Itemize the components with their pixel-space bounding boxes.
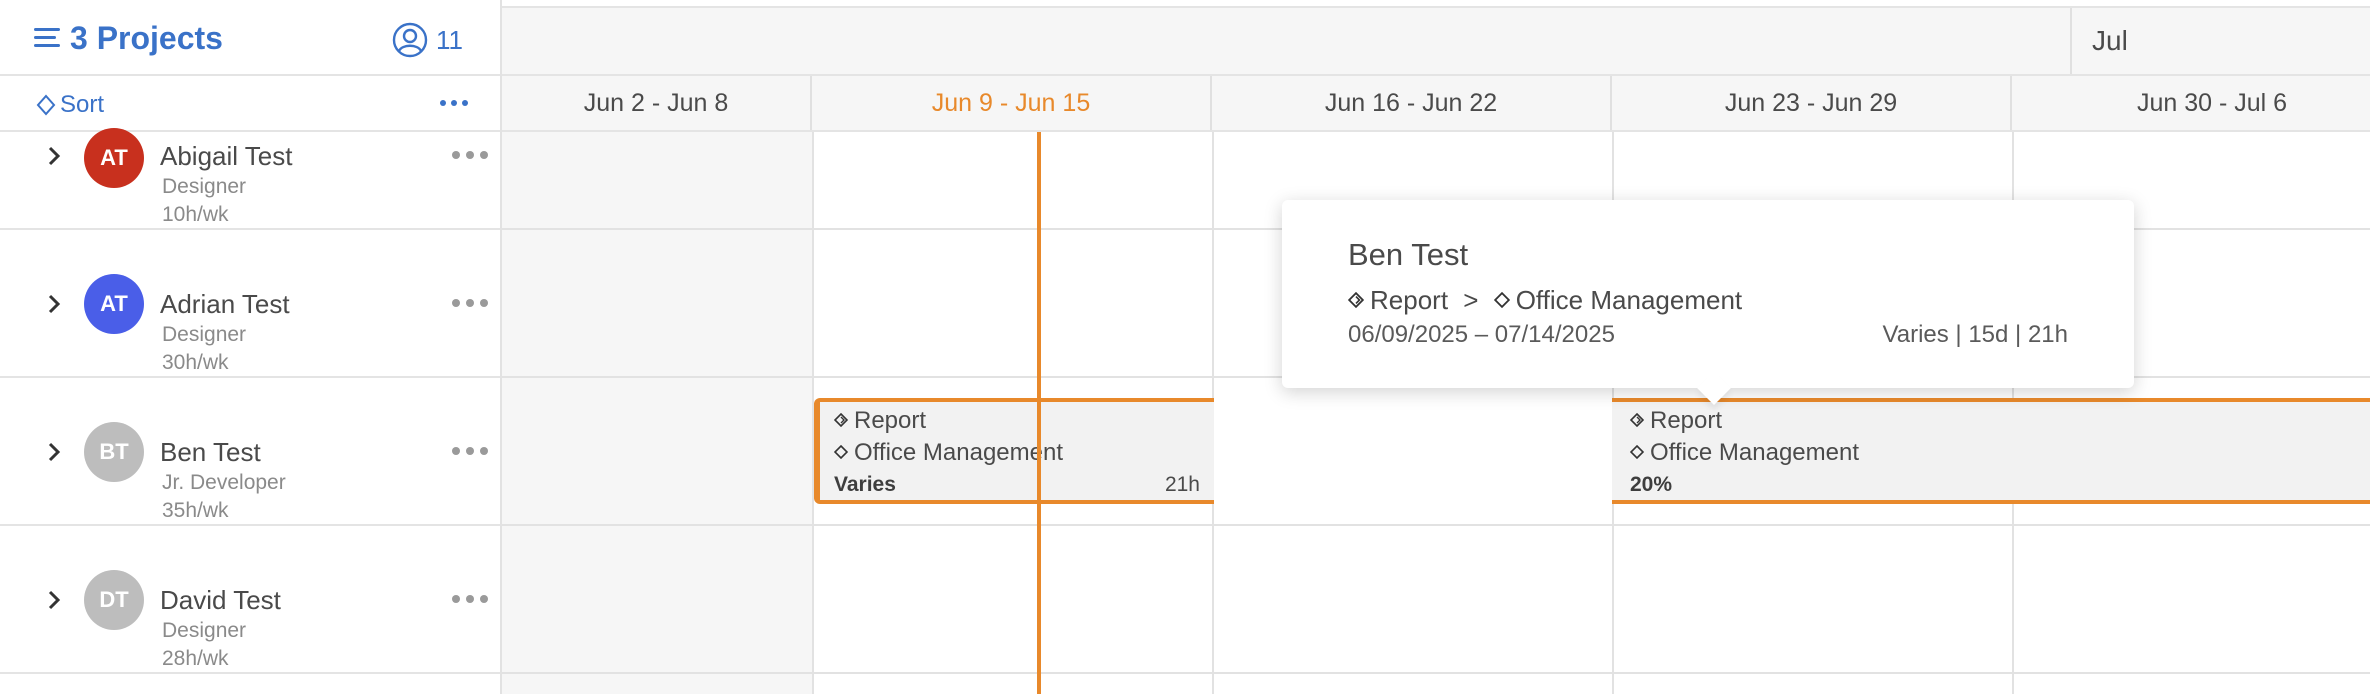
row-divider bbox=[502, 524, 2370, 526]
user-icon[interactable] bbox=[392, 22, 428, 58]
phase-diamond-icon bbox=[834, 412, 848, 427]
person-row[interactable]: DT David Test Designer 28h/wk bbox=[0, 526, 500, 674]
person-name[interactable]: Abigail Test bbox=[160, 140, 293, 172]
week-label-current[interactable]: Jun 9 - Jun 15 bbox=[812, 76, 1212, 130]
week-header: Jun 2 - Jun 8 Jun 9 - Jun 15 Jun 16 - Ju… bbox=[502, 76, 2370, 132]
project-diamond-icon bbox=[834, 444, 848, 459]
person-hours: 28h/wk bbox=[162, 647, 229, 670]
month-label: Jul bbox=[2070, 8, 2128, 74]
menu-icon[interactable] bbox=[34, 28, 60, 48]
row-divider bbox=[502, 672, 2370, 674]
tooltip-separator: > bbox=[1463, 285, 1479, 315]
bar-project-label: Office Management bbox=[1650, 439, 1860, 466]
chevron-right-icon[interactable] bbox=[46, 294, 62, 314]
person-hours: 10h/wk bbox=[162, 203, 229, 226]
person-role: Designer bbox=[162, 323, 247, 346]
projects-count-title[interactable]: 3 Projects bbox=[70, 18, 223, 58]
bar-hours: 21h bbox=[1164, 473, 1200, 496]
people-panel: 3 Projects 11 Sort AT Abigail Test Desig… bbox=[0, 0, 502, 694]
bar-allocation-percent: 20% bbox=[1630, 473, 1673, 496]
person-role: Designer bbox=[162, 619, 247, 642]
bar-phase: Report bbox=[834, 406, 926, 436]
week-label[interactable]: Jun 2 - Jun 8 bbox=[502, 76, 812, 130]
work-plan-bar[interactable]: Report Office Management Varies 21h bbox=[814, 398, 1214, 504]
sort-button[interactable]: Sort bbox=[60, 90, 104, 120]
past-week-shade bbox=[502, 132, 812, 694]
tooltip-date-range: 06/09/2025 – 07/14/2025 bbox=[1348, 321, 1615, 348]
today-marker bbox=[1037, 132, 1041, 694]
bar-schedule-type: Varies bbox=[834, 473, 896, 496]
person-role: Designer bbox=[162, 175, 247, 198]
work-plan-tooltip: Ben Test Report > Office Management 06/0… bbox=[1282, 200, 2134, 405]
bar-project-label: Office Management bbox=[854, 439, 1064, 466]
tooltip-phase: Report bbox=[1370, 285, 1449, 315]
more-options-icon[interactable] bbox=[452, 150, 488, 160]
tooltip-person-name: Ben Test bbox=[1348, 237, 1469, 272]
chevron-right-icon[interactable] bbox=[46, 442, 62, 462]
person-role: Jr. Developer bbox=[162, 471, 286, 494]
bar-project: Office Management bbox=[834, 438, 1063, 468]
person-hours: 35h/wk bbox=[162, 499, 229, 522]
project-diamond-icon bbox=[1493, 292, 1510, 309]
work-plan-bar[interactable]: Report Office Management 20% bbox=[1612, 398, 2370, 504]
people-count[interactable]: 11 bbox=[436, 22, 463, 58]
chevron-right-icon[interactable] bbox=[46, 590, 62, 610]
project-diamond-icon bbox=[1630, 444, 1644, 459]
person-name[interactable]: Adrian Test bbox=[160, 288, 290, 320]
person-hours: 30h/wk bbox=[162, 351, 229, 374]
person-name[interactable]: David Test bbox=[160, 584, 281, 616]
month-header: Jul bbox=[502, 6, 2370, 76]
person-name[interactable]: Ben Test bbox=[160, 436, 261, 468]
tooltip-stats: Varies | 15d | 21h bbox=[1882, 321, 2068, 348]
bar-phase: Report bbox=[1630, 406, 1722, 436]
avatar: BT bbox=[84, 422, 144, 482]
phase-diamond-icon bbox=[1630, 412, 1644, 427]
bar-phase-label: Report bbox=[1650, 407, 1723, 434]
tooltip-project: Office Management bbox=[1515, 285, 1743, 315]
panel-header: 3 Projects 11 bbox=[0, 0, 500, 76]
tooltip-path: Report > Office Management bbox=[1348, 284, 1742, 316]
more-options-icon[interactable] bbox=[438, 98, 470, 108]
avatar: DT bbox=[84, 570, 144, 630]
person-row[interactable]: AT Abigail Test Designer 10h/wk bbox=[0, 128, 500, 230]
bar-phase-label: Report bbox=[854, 407, 927, 434]
chevron-right-icon[interactable] bbox=[46, 146, 62, 166]
person-row[interactable]: AT Adrian Test Designer 30h/wk bbox=[0, 230, 500, 378]
avatar: AT bbox=[84, 128, 144, 188]
week-label[interactable]: Jun 30 - Jul 6 bbox=[2012, 76, 2370, 130]
sort-bar: Sort bbox=[0, 76, 500, 132]
week-label[interactable]: Jun 23 - Jun 29 bbox=[1612, 76, 2012, 130]
more-options-icon[interactable] bbox=[452, 446, 488, 456]
week-label[interactable]: Jun 16 - Jun 22 bbox=[1212, 76, 1612, 130]
more-options-icon[interactable] bbox=[452, 298, 488, 308]
bar-project: Office Management bbox=[1630, 438, 1859, 468]
diamond-icon[interactable] bbox=[36, 94, 56, 116]
avatar: AT bbox=[84, 274, 144, 334]
person-row[interactable]: BT Ben Test Jr. Developer 35h/wk bbox=[0, 378, 500, 526]
phase-diamond-icon bbox=[1348, 292, 1364, 309]
more-options-icon[interactable] bbox=[452, 594, 488, 604]
